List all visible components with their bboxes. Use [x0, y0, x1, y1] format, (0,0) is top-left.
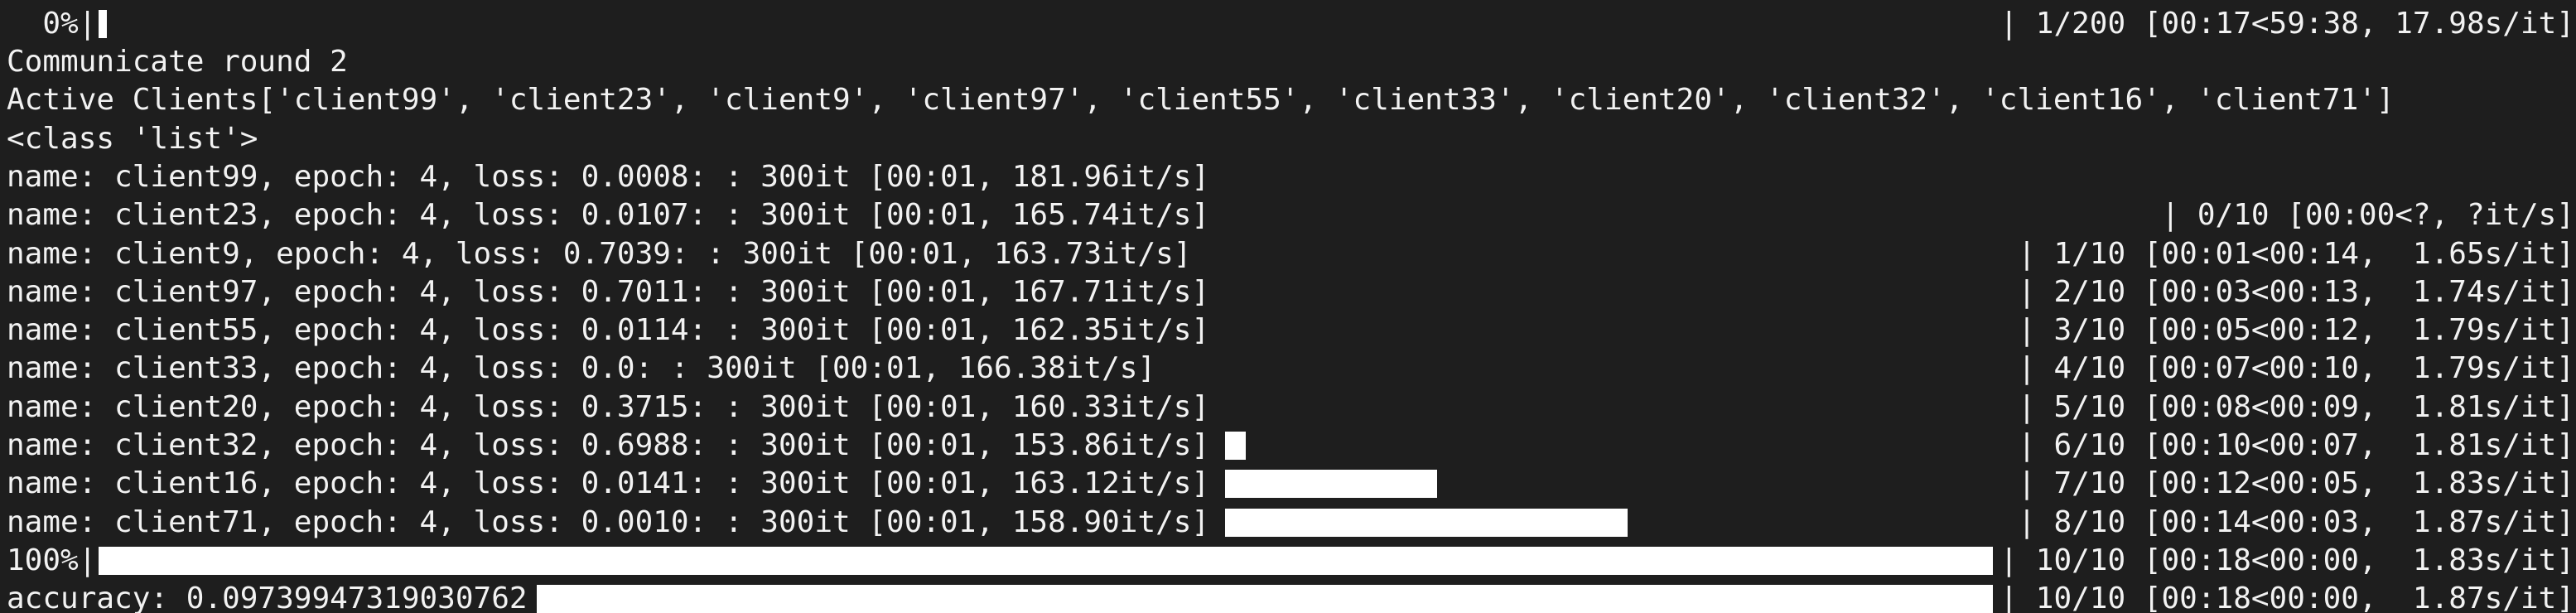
completion-percent-label: 100%| — [7, 543, 97, 577]
round-progress-status: | 1/200 [00:17<59:38, 17.98s/it] — [2000, 7, 2574, 41]
client-progress-bar-fill — [1225, 470, 1437, 498]
client-progress-status: | 5/10 [00:08<00:09, 1.81s/it] — [2018, 390, 2574, 424]
client-log-line: name: client9, epoch: 4, loss: 0.7039: :… — [7, 237, 1192, 271]
client-log-line: name: client55, epoch: 4, loss: 0.0114: … — [7, 313, 1210, 347]
client-log-line: name: client20, epoch: 4, loss: 0.3715: … — [7, 390, 1210, 424]
client-progress-bar-fill — [1225, 509, 1628, 537]
client-progress-status: | 1/10 [00:01<00:14, 1.65s/it] — [2018, 237, 2574, 271]
client-log-line: name: client99, epoch: 4, loss: 0.0008: … — [7, 160, 1210, 194]
client-progress-status: | 10/10 [00:18<00:00, 1.83s/it] — [2000, 543, 2574, 577]
client-progress-status: | 4/10 [00:07<00:10, 1.79s/it] — [2018, 351, 2574, 385]
terminal-window[interactable]: 0%| | 1/200 [00:17<59:38, 17.98s/it] Com… — [0, 0, 2576, 613]
client-progress-status: | 2/10 [00:03<00:13, 1.74s/it] — [2018, 275, 2574, 309]
client-progress-status: | 0/10 [00:00<?, ?it/s] — [2161, 198, 2575, 232]
client-log-line: name: client23, epoch: 4, loss: 0.0107: … — [7, 198, 1210, 232]
client-log-line: name: client32, epoch: 4, loss: 0.6988: … — [7, 428, 1210, 462]
round-progress-bar-fill — [99, 10, 107, 38]
client-progress-status: | 3/10 [00:05<00:12, 1.79s/it] — [2018, 313, 2574, 347]
client-log-line: name: client97, epoch: 4, loss: 0.7011: … — [7, 275, 1210, 309]
client-log-line: name: client33, epoch: 4, loss: 0.0: : 3… — [7, 351, 1156, 385]
client-progress-status: | 8/10 [00:14<00:03, 1.87s/it] — [2018, 505, 2574, 539]
client-log-line: name: client71, epoch: 4, loss: 0.0010: … — [7, 505, 1210, 539]
client-progress-status: | 10/10 [00:18<00:00, 1.87s/it] — [2000, 582, 2574, 613]
active-clients-line: Active Clients['client99', 'client23', '… — [7, 83, 2395, 117]
round-heading: Communicate round 2 — [7, 45, 348, 79]
client-progress-status: | 7/10 [00:12<00:05, 1.83s/it] — [2018, 466, 2574, 500]
client-progress-status: | 6/10 [00:10<00:07, 1.81s/it] — [2018, 428, 2574, 462]
round-progress-label: 0%| — [7, 7, 97, 41]
client-progress-bar-fill — [1225, 432, 1246, 460]
client-progress-bar-fill — [537, 585, 1993, 613]
accuracy-line: accuracy: 0.09739947319030762 — [7, 582, 528, 613]
client-progress-bar-fill — [99, 547, 1993, 575]
class-type-line: <class 'list'> — [7, 122, 258, 156]
client-log-line: name: client16, epoch: 4, loss: 0.0141: … — [7, 466, 1210, 500]
